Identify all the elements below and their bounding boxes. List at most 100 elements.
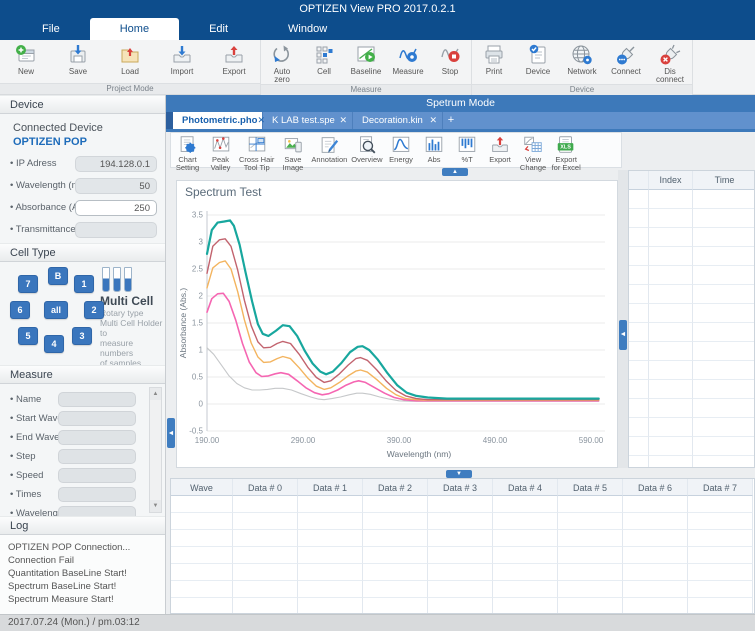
chart-toolbar-button-chart-setting[interactable]: Chart Setting	[171, 134, 204, 171]
cell-button-7[interactable]: 7	[18, 275, 38, 293]
svg-text:490.00: 490.00	[483, 436, 508, 445]
chart-toolbar-button-cross-hair-tool-tip[interactable]: Cross Hair Tool Tip	[237, 134, 276, 171]
chart-toolbar-button-save-image[interactable]: Save Image	[276, 134, 309, 171]
new-tab-button[interactable]: +	[443, 112, 459, 129]
document-tab-photometric-pho[interactable]: Photometric.pho✕	[173, 112, 263, 129]
measure-field-label: • Name	[10, 394, 41, 405]
ribbon-button-new[interactable]: New	[0, 42, 52, 76]
menu-tab-window[interactable]: Window	[258, 18, 357, 40]
table-header-cell-data-6: Data # 6	[623, 479, 688, 496]
ribbon-button-dis-connect[interactable]: Dis connect	[648, 42, 692, 84]
collapse-toolbar-button[interactable]: ▲	[442, 168, 468, 176]
cell-button-1[interactable]: 1	[74, 275, 94, 293]
annotation-icon	[318, 134, 340, 156]
ribbon-button-save[interactable]: Save	[52, 42, 104, 76]
connected-device-label: Connected Device	[13, 122, 103, 134]
document-tab-decoration-kin[interactable]: Decoration.kin ✕	[353, 112, 443, 129]
ribbon-button-device[interactable]: Device	[516, 42, 560, 76]
ribbon-button-network[interactable]: Network	[560, 42, 604, 76]
table-cell	[629, 399, 649, 418]
chart-toolbar-button-overview[interactable]: Overview	[349, 134, 384, 164]
ribbon-button-stop[interactable]: Stop	[429, 42, 471, 76]
measure-field-times: • Times	[0, 487, 145, 503]
chart-toolbar-button-%t[interactable]: %T	[451, 134, 484, 164]
chart-toolbar-button-energy[interactable]: Energy	[385, 134, 418, 164]
chart-toolbar-button-label: Overview	[351, 156, 382, 164]
tab-label: K LAB test.spe	[272, 115, 335, 126]
sidebar-splitter-handle[interactable]: ◄	[167, 418, 175, 448]
ribbon-button-measure[interactable]: Measure	[387, 42, 429, 76]
measure-field-input-times[interactable]	[58, 487, 136, 502]
cell-button-all[interactable]: all	[44, 301, 68, 319]
table-cell	[693, 342, 755, 361]
ribbon-button-label: Auto zero	[261, 68, 303, 84]
scroll-down-icon[interactable]: ▼	[150, 500, 161, 512]
ribbon-button-auto-zero[interactable]: Auto zero	[261, 42, 303, 84]
cell-button-5[interactable]: 5	[18, 327, 38, 345]
ribbon-button-label: Baseline	[345, 68, 387, 76]
tab-close-icon[interactable]: ✕	[429, 115, 437, 126]
table-cell	[629, 247, 649, 266]
table-cell	[171, 547, 233, 564]
vertical-splitter: ◄	[618, 170, 628, 468]
table-cell	[688, 513, 753, 530]
cell-button-b[interactable]: B	[48, 267, 68, 285]
ribbon-button-connect[interactable]: Connect	[604, 42, 648, 76]
table-cell	[623, 496, 688, 513]
measure-field-input-start-wave[interactable]	[58, 411, 136, 426]
window-title: OPTIZEN View PRO 2017.0.2.1	[0, 0, 755, 18]
collapse-table-button[interactable]: ▼	[446, 470, 472, 478]
measure-field-name: • Name	[0, 392, 145, 408]
cell-button-4[interactable]: 4	[44, 335, 64, 353]
chart-toolbar-button-label: View Change	[519, 156, 548, 171]
index-time-table: IndexTime	[628, 170, 755, 468]
measure-field-input-name[interactable]	[58, 392, 136, 407]
chart-toolbar-button-abs[interactable]: Abs	[418, 134, 451, 164]
measure-field-input-step[interactable]	[58, 449, 136, 464]
svg-text:3.5: 3.5	[192, 211, 204, 220]
tab-label: Decoration.kin	[362, 115, 423, 126]
measure-field-label: • Start Wave	[10, 413, 63, 424]
tab-close-icon[interactable]: ✕	[339, 115, 347, 126]
cell-button-6[interactable]: 6	[10, 301, 30, 319]
ribbon-group-device: PrintDeviceNetworkConnectDis connectDevi…	[472, 40, 693, 94]
table-cell	[233, 547, 298, 564]
multi-cell-description-line: of samples.	[100, 358, 165, 365]
document-tab-k-lab-test-spe[interactable]: K LAB test.spe ✕	[263, 112, 353, 129]
cell-button-3[interactable]: 3	[72, 327, 92, 345]
ribbon-button-import[interactable]: Import	[156, 42, 208, 76]
ribbon-button-cell[interactable]: Cell	[303, 42, 345, 76]
cell-type-panel-body: Multi Cell Rotary typeMulti Cell Holder …	[0, 262, 165, 365]
table-cell	[428, 496, 493, 513]
table-cell	[693, 323, 755, 342]
chart-toolbar-button-peak-valley[interactable]: Peak Valley	[204, 134, 237, 171]
device-field-input-absorbance-abs[interactable]: 250	[75, 200, 157, 216]
ribbon-group-label-project-mode: Project Mode	[0, 83, 260, 94]
tab-close-icon[interactable]: ✕	[257, 115, 265, 126]
chart-toolbar-button-export-for-excel[interactable]: XLSExport for Excel	[550, 134, 583, 171]
ribbon-button-print[interactable]: Print	[472, 42, 516, 76]
ribbon-button-export[interactable]: Export	[208, 42, 260, 76]
measure-scrollbar[interactable]: ▲ ▼	[149, 387, 162, 513]
chart-toolbar-button-view-change[interactable]: View Change	[517, 134, 550, 171]
menu-tab-edit[interactable]: Edit	[179, 18, 258, 40]
measure-field-input-end-wave[interactable]	[58, 430, 136, 445]
cell-button-2[interactable]: 2	[84, 301, 104, 319]
chart-toolbar-button-export[interactable]: Export	[484, 134, 517, 164]
measure-field-input-wavelength[interactable]	[58, 506, 136, 516]
ribbon-button-load[interactable]: Load	[104, 42, 156, 76]
measure-field-input-speed[interactable]	[58, 468, 136, 483]
menu-tab-file[interactable]: File	[12, 18, 90, 40]
splitter-collapse-left-icon[interactable]: ◄	[619, 320, 627, 350]
ribbon-group-label-device: Device	[472, 84, 692, 95]
spectrum-chart-plot[interactable]: -0.500.511.522.533.5190.00290.00390.0049…	[177, 205, 617, 470]
status-bar: 2017.07.24 (Mon.) / pm.03:12	[0, 614, 755, 631]
svg-text:1: 1	[199, 346, 204, 355]
table-cell	[233, 581, 298, 598]
chart-toolbar-button-annotation[interactable]: Annotation	[309, 134, 349, 164]
crosshair-icon	[246, 134, 268, 156]
table-cell	[688, 598, 753, 614]
menu-tab-home[interactable]: Home	[90, 18, 179, 40]
scroll-up-icon[interactable]: ▲	[150, 388, 161, 400]
ribbon-button-baseline[interactable]: Baseline	[345, 42, 387, 76]
